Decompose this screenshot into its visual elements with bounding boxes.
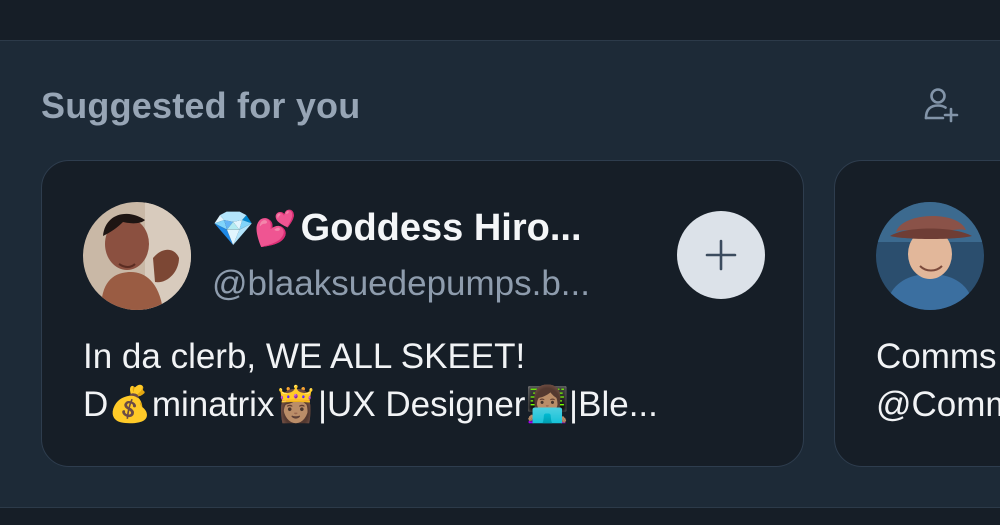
suggested-profile-card[interactable]: 💎💕 Goddess Hiro... @blaaksuedepumps.b... … <box>41 160 804 467</box>
suggested-follows-section: Suggested for you 💎💕 Goddess Hiro... @bl… <box>0 40 1000 508</box>
add-user-icon[interactable] <box>921 85 961 125</box>
display-name-text: Goddess Hiro... <box>300 207 582 249</box>
profile-handle[interactable]: @blaaksuedepumps.b... <box>212 264 590 304</box>
follow-button[interactable] <box>677 211 765 299</box>
top-divider-area <box>0 0 1000 40</box>
name-emoji: 💎💕 <box>212 210 297 248</box>
suggested-profile-card[interactable]: Comms @Comm <box>834 160 1000 467</box>
avatar[interactable] <box>876 202 984 310</box>
profile-bio: In da clerb, WE ALL SKEET! D💰minatrix👸🏽|… <box>83 333 773 429</box>
bio-line: In da clerb, WE ALL SKEET! <box>83 337 526 376</box>
display-name[interactable]: Comms <box>876 333 997 381</box>
profile-handle[interactable]: @Comm <box>876 381 1000 429</box>
avatar[interactable] <box>83 202 191 310</box>
section-title: Suggested for you <box>41 85 361 126</box>
plus-icon <box>705 239 737 271</box>
bio-line: D💰minatrix👸🏽|UX Designer👩🏽‍💻|Ble... <box>83 385 658 424</box>
display-name[interactable]: 💎💕 Goddess Hiro... <box>212 207 582 250</box>
